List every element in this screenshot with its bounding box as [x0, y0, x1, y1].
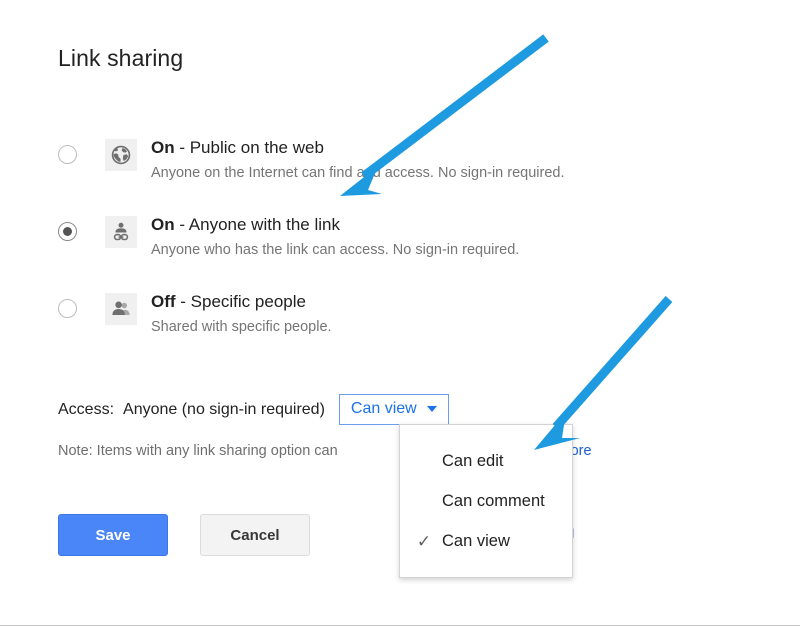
- option-description-specific-people: Shared with specific people.: [151, 319, 332, 335]
- dialog-button-bar: Save Cancel: [58, 514, 310, 556]
- option-label: Specific people: [190, 292, 306, 311]
- menu-item-label: Can comment: [442, 491, 545, 510]
- permission-dropdown-menu: Can edit Can comment ✓ Can view: [399, 424, 573, 578]
- link-sharing-dialog: Link sharing On - Public on the web Anyo…: [0, 0, 800, 626]
- option-title-public-on-the-web: On - Public on the web: [151, 135, 565, 160]
- option-separator: -: [174, 215, 189, 234]
- permission-dropdown-label: Can view: [350, 400, 417, 417]
- option-title-anyone-with-the-link: On - Anyone with the link: [151, 212, 519, 237]
- person-link-icon: [105, 216, 137, 248]
- option-text-public-on-the-web: On - Public on the web Anyone on the Int…: [151, 135, 565, 185]
- permission-dropdown-button[interactable]: Can view: [338, 394, 449, 425]
- menu-item-label: Can view: [442, 531, 510, 550]
- option-description-public-on-the-web: Anyone on the Internet can find and acce…: [151, 165, 565, 181]
- option-separator: -: [175, 292, 191, 311]
- note-text-before: Note: Items with any link sharing option…: [58, 443, 338, 459]
- access-value: Anyone (no sign-in required): [123, 400, 325, 418]
- menu-item-can-comment[interactable]: Can comment: [400, 481, 572, 521]
- access-row: Access: Anyone (no sign-in required) Can…: [58, 394, 449, 425]
- chevron-down-icon: [426, 406, 437, 412]
- option-text-specific-people: Off - Specific people Shared with specif…: [151, 289, 332, 339]
- option-title-specific-people: Off - Specific people: [151, 289, 332, 314]
- access-label: Access:: [58, 400, 115, 418]
- option-label: Public on the web: [189, 138, 324, 157]
- people-icon: [105, 293, 137, 325]
- option-label: Anyone with the link: [188, 215, 340, 234]
- menu-item-can-view[interactable]: ✓ Can view: [400, 521, 572, 561]
- cancel-button[interactable]: Cancel: [200, 514, 310, 556]
- globe-icon: [105, 139, 137, 171]
- menu-item-label: Can edit: [442, 451, 504, 470]
- option-state: Off: [151, 292, 176, 311]
- option-text-anyone-with-the-link: On - Anyone with the link Anyone who has…: [151, 212, 519, 262]
- sharing-option-public-on-the-web[interactable]: On - Public on the web Anyone on the Int…: [58, 138, 565, 185]
- option-state: On: [151, 138, 175, 157]
- option-description-anyone-with-the-link: Anyone who has the link can access. No s…: [151, 242, 520, 258]
- check-icon: ✓: [416, 531, 432, 551]
- save-button[interactable]: Save: [58, 514, 168, 556]
- radio-specific-people[interactable]: [58, 299, 77, 318]
- radio-public-on-the-web[interactable]: [58, 145, 77, 164]
- option-state: On: [151, 215, 175, 234]
- option-separator: -: [174, 138, 190, 157]
- page-title: Link sharing: [58, 45, 184, 71]
- menu-item-can-edit[interactable]: Can edit: [400, 441, 572, 481]
- radio-anyone-with-the-link[interactable]: [58, 222, 77, 241]
- sharing-option-anyone-with-the-link[interactable]: On - Anyone with the link Anyone who has…: [58, 215, 519, 262]
- sharing-option-specific-people[interactable]: Off - Specific people Shared with specif…: [58, 292, 332, 339]
